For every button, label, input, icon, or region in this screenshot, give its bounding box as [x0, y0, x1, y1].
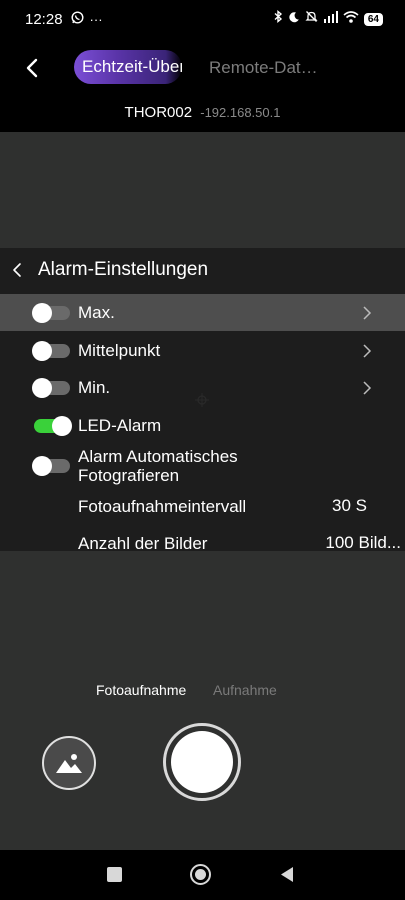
chevron-right-icon [363, 380, 372, 395]
tab-live-monitoring[interactable]: Echtzeit-Überwachung [74, 50, 182, 84]
app-header: Echtzeit-Überwachung Remote-Dat… THOR002… [0, 38, 405, 132]
alarm-settings-panel: Alarm-Einstellungen Max. Mittelpunkt Min… [0, 248, 405, 553]
panel-title: Alarm-Einstellungen [38, 259, 209, 280]
row-label: Alarm Automatisches Fotografieren [78, 447, 238, 485]
tab-live-monitoring-label: Echtzeit-Überwachung [82, 57, 182, 76]
alarm-row-min[interactable]: Min. [0, 369, 405, 406]
shutter-inner [171, 731, 233, 793]
mode-video[interactable]: Aufnahme [213, 682, 277, 698]
status-bar: 12:28 ··· 64 [0, 0, 405, 38]
do-not-disturb-icon [288, 10, 300, 28]
battery-indicator: 64 [363, 12, 383, 26]
toggle-auto-photo[interactable] [32, 456, 70, 476]
toggle-min[interactable] [32, 377, 70, 398]
more-icon: ··· [89, 11, 103, 27]
chevron-right-icon [363, 343, 372, 358]
panel-header: Alarm-Einstellungen [0, 248, 405, 292]
gallery-button[interactable] [42, 736, 96, 790]
nav-back-icon[interactable] [280, 866, 294, 883]
alarm-row-center[interactable]: Mittelpunkt [0, 332, 405, 369]
alarm-row-led[interactable]: LED-Alarm [0, 407, 405, 444]
bluetooth-icon [273, 10, 283, 28]
device-info: THOR002 -192.168.50.1 [0, 104, 405, 121]
setting-label: Fotoaufnahmeintervall [78, 496, 247, 516]
setting-value: 100 Bild... [325, 533, 401, 552]
recents-icon[interactable] [107, 867, 122, 882]
image-gallery-icon [56, 754, 82, 773]
row-label: Max. [78, 303, 115, 322]
chevron-left-icon [26, 58, 38, 78]
back-button[interactable] [18, 54, 46, 82]
alarm-row-max[interactable]: Max. [0, 294, 405, 331]
toggle-center[interactable] [32, 340, 70, 361]
mute-icon [305, 10, 318, 28]
setting-label: Anzahl der Bilder [78, 533, 208, 553]
device-name: THOR002 [124, 104, 193, 121]
setting-photo-interval[interactable]: Fotoaufnahmeintervall 30 S [0, 492, 405, 520]
mode-photo[interactable]: Fotoaufnahme [96, 682, 186, 698]
system-nav-bar [0, 850, 405, 900]
row-label: Min. [78, 378, 111, 397]
row-label: Mittelpunkt [78, 341, 161, 360]
shutter-button[interactable] [163, 723, 241, 801]
wifi-icon [343, 10, 359, 28]
whatsapp-icon [71, 11, 84, 27]
signal-icon [323, 10, 338, 28]
row-label: LED-Alarm [78, 416, 162, 435]
status-time: 12:28 [25, 10, 63, 28]
setting-value: 30 S [332, 496, 367, 515]
tab-remote-data[interactable]: Remote-Dat… [209, 58, 318, 78]
toggle-led-alarm[interactable] [34, 415, 72, 436]
toggle-max[interactable] [32, 302, 70, 323]
alarm-row-auto-photo[interactable]: Alarm Automatisches Fotografieren [0, 446, 405, 486]
chevron-right-icon [363, 305, 372, 320]
device-ip: -192.168.50.1 [200, 105, 281, 120]
home-icon[interactable] [190, 864, 211, 885]
panel-back-icon[interactable] [10, 262, 26, 278]
setting-image-count[interactable]: Anzahl der Bilder 100 Bild... [0, 530, 405, 556]
